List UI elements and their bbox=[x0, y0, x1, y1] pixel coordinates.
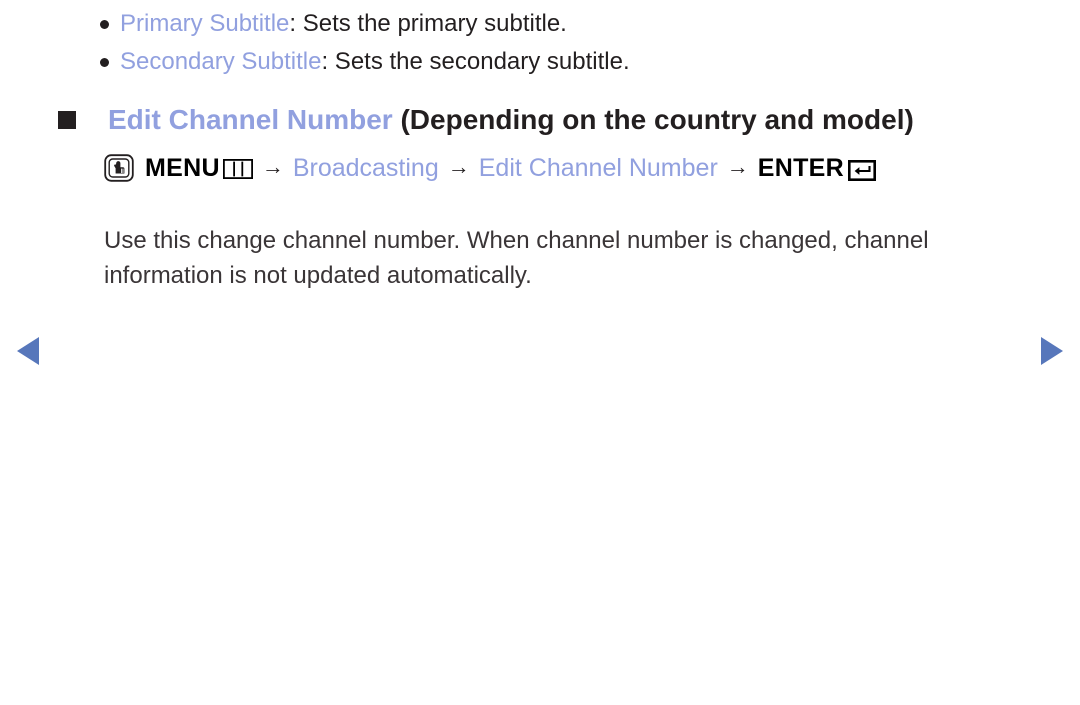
manual-page: { "colors": { "link_blue": "#91a0df", "n… bbox=[0, 0, 1080, 705]
menu-path-step-edit-channel-number[interactable]: Edit Channel Number bbox=[479, 154, 718, 183]
list-item-term: Primary Subtitle bbox=[120, 10, 290, 37]
menu-bars-icon bbox=[222, 159, 253, 179]
menu-path: MENU → Broadcasting → Edit Channel Numbe… bbox=[104, 150, 876, 186]
bullet-dot-icon bbox=[100, 10, 120, 38]
list-item-description: : Sets the secondary subtitle. bbox=[321, 48, 630, 75]
enter-return-key-icon bbox=[848, 159, 876, 181]
menu-path-step-broadcasting[interactable]: Broadcasting bbox=[293, 154, 439, 183]
next-page-button[interactable] bbox=[1041, 337, 1063, 365]
previous-page-button[interactable] bbox=[17, 337, 39, 365]
list-item-term: Secondary Subtitle bbox=[120, 48, 322, 75]
list-item: Secondary Subtitle: Sets the secondary s… bbox=[100, 48, 1000, 86]
section-heading: Edit Channel Number (Depending on the co… bbox=[58, 101, 914, 138]
path-arrow-icon: → bbox=[447, 154, 470, 179]
list-item: Primary Subtitle: Sets the primary subti… bbox=[100, 10, 1000, 48]
section-body-text: Use this change channel number. When cha… bbox=[104, 227, 929, 289]
section-title-note: (Depending on the country and model) bbox=[392, 104, 914, 135]
menu-press-button-icon bbox=[104, 154, 134, 182]
menu-button-label: MENU bbox=[145, 153, 220, 182]
enter-button-label: ENTER bbox=[757, 153, 844, 182]
list-item-text: Primary Subtitle: Sets the primary subti… bbox=[120, 10, 567, 38]
page-title: Edit Channel Number (Depending on the co… bbox=[108, 101, 914, 138]
path-arrow-icon: → bbox=[726, 154, 749, 179]
subtitle-options-list: Primary Subtitle: Sets the primary subti… bbox=[100, 10, 1000, 86]
path-arrow-icon: → bbox=[261, 154, 284, 179]
list-item-description: : Sets the primary subtitle. bbox=[289, 10, 567, 37]
section-title: Edit Channel Number bbox=[108, 104, 393, 135]
bullet-square-icon bbox=[58, 101, 78, 138]
bullet-dot-icon bbox=[100, 48, 120, 76]
list-item-text: Secondary Subtitle: Sets the secondary s… bbox=[120, 48, 630, 76]
